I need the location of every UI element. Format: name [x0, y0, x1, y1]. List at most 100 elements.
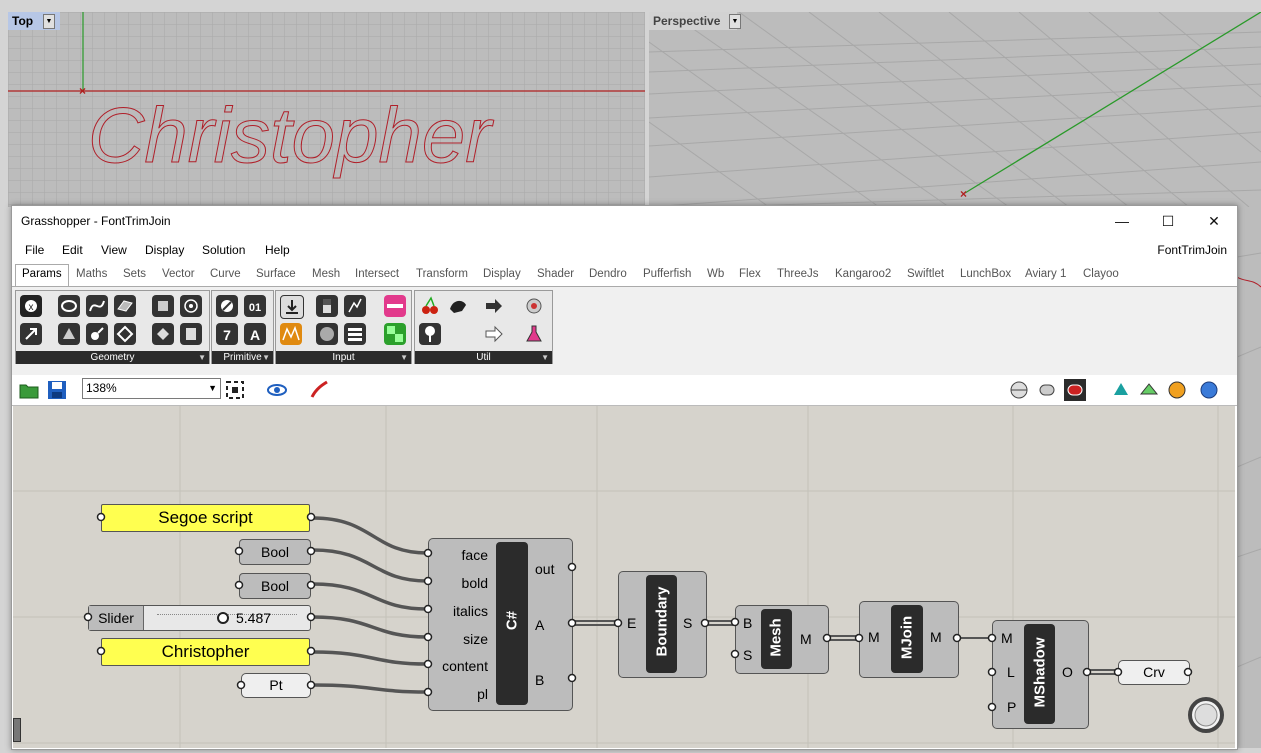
size-slider[interactable]: Slider 5.487 [88, 605, 311, 631]
mshadow-output-o[interactable]: O [1062, 664, 1073, 680]
number-param-icon[interactable]: 7 [216, 323, 238, 345]
colour-swatch-icon[interactable] [384, 295, 406, 317]
value-list-icon[interactable] [344, 323, 366, 345]
grasshopper-canvas[interactable]: Segoe script Bool Bool Slider 5.487 Chri… [13, 406, 1235, 748]
tab-kangaroo2[interactable]: Kangaroo2 [835, 268, 891, 280]
minimize-button[interactable]: — [1099, 210, 1145, 232]
globe-icon[interactable] [1198, 379, 1220, 401]
csharp-component[interactable]: C# face bold italics size content pl out… [428, 538, 573, 711]
import-icon[interactable] [280, 295, 304, 319]
toggle-icon[interactable] [316, 295, 338, 317]
tab-flex[interactable]: Flex [739, 268, 761, 280]
geometry-group-label[interactable]: Geometry ▼ [16, 351, 209, 364]
primitive-group-label[interactable]: Primitive ▼ [212, 351, 273, 364]
input-content[interactable]: content [442, 658, 488, 674]
input-bold[interactable]: bold [462, 575, 488, 591]
navigation-widget-icon[interactable] [1190, 699, 1222, 731]
galapagos-icon[interactable] [447, 295, 469, 317]
line-param-icon[interactable] [58, 323, 80, 345]
slider-knob[interactable] [216, 612, 229, 624]
bake-icon[interactable] [1110, 379, 1132, 401]
tab-wb[interactable]: Wb [707, 268, 724, 280]
graph-mapper-icon[interactable] [344, 295, 366, 317]
perspective-viewport-label[interactable]: Perspective [649, 12, 737, 30]
wireframe-preview-icon[interactable] [1008, 379, 1030, 401]
mesh-settings-icon[interactable] [1138, 379, 1160, 401]
menu-edit[interactable]: Edit [62, 243, 83, 257]
content-panel[interactable]: Christopher [101, 638, 310, 666]
tab-display[interactable]: Display [483, 268, 521, 280]
tab-pufferfish[interactable]: Pufferfish [643, 268, 691, 280]
tree-icon[interactable] [419, 323, 441, 345]
save-icon[interactable] [46, 379, 68, 401]
brep-param-icon[interactable] [180, 295, 202, 317]
flask-icon[interactable] [523, 323, 545, 345]
surface-param-icon[interactable] [114, 295, 136, 317]
input-italics[interactable]: italics [453, 603, 488, 619]
input-group-label[interactable]: Input ▼ [276, 351, 411, 364]
menu-view[interactable]: View [101, 243, 127, 257]
font-name-panel[interactable]: Segoe script [101, 504, 310, 532]
tab-maths[interactable]: Maths [76, 268, 107, 280]
tab-swiftlet[interactable]: Swiftlet [907, 268, 944, 280]
tab-curve[interactable]: Curve [210, 268, 241, 280]
menu-help[interactable]: Help [265, 243, 290, 257]
tab-threejs[interactable]: ThreeJs [777, 268, 819, 280]
input-size[interactable]: size [463, 631, 488, 647]
image-sampler-icon[interactable] [280, 323, 302, 345]
mshadow-input-l[interactable]: L [1007, 664, 1015, 680]
tab-intersect[interactable]: Intersect [355, 268, 399, 280]
tab-transform[interactable]: Transform [416, 268, 468, 280]
menu-file[interactable]: File [25, 243, 44, 257]
output-a[interactable]: A [535, 617, 544, 633]
mshadow-input-p[interactable]: P [1007, 699, 1016, 715]
tab-surface[interactable]: Surface [256, 268, 296, 280]
menu-display[interactable]: Display [145, 243, 184, 257]
button-icon[interactable] [316, 323, 338, 345]
cherry-picker-icon[interactable] [419, 295, 441, 317]
data-output-icon[interactable] [483, 295, 505, 317]
input-face[interactable]: face [462, 547, 488, 563]
sketch-brush-icon[interactable] [308, 379, 330, 401]
tab-lunchbox[interactable]: LunchBox [960, 268, 1011, 280]
data-input-icon[interactable] [483, 323, 505, 345]
output-out[interactable]: out [535, 561, 554, 577]
shaded-preview-icon[interactable] [1036, 379, 1058, 401]
field-param-icon[interactable] [152, 323, 174, 345]
mjoin-input-m[interactable]: M [868, 629, 880, 645]
boolean-param-icon[interactable] [216, 295, 238, 317]
mesh-input-b[interactable]: B [743, 615, 752, 631]
boundary-input-e[interactable]: E [627, 615, 636, 631]
open-folder-icon[interactable] [18, 379, 40, 401]
canvas-scroll-handle[interactable] [13, 718, 21, 742]
selected-preview-icon[interactable] [1064, 379, 1086, 401]
top-viewport[interactable]: × Christopher Top ▼ [8, 12, 645, 207]
vector-param-icon[interactable] [20, 323, 42, 345]
tab-aviary[interactable]: Aviary 1 [1025, 268, 1066, 280]
zoom-extents-icon[interactable] [224, 379, 246, 401]
close-button[interactable]: ✕ [1191, 210, 1237, 232]
curve-param-icon[interactable] [86, 295, 108, 317]
display-settings-icon[interactable] [1166, 379, 1188, 401]
mshadow-input-m[interactable]: M [1001, 630, 1013, 646]
mesh-output-m[interactable]: M [800, 631, 812, 647]
title-bar[interactable]: Grasshopper - FontTrimJoin — ☐ ✕ [12, 206, 1237, 236]
curve-param[interactable]: Crv [1118, 660, 1190, 685]
plane-param-icon[interactable] [86, 323, 108, 345]
boundary-output-s[interactable]: S [683, 615, 692, 631]
integer-param-icon[interactable]: 01 [244, 295, 266, 317]
tab-shader[interactable]: Shader [537, 268, 574, 280]
top-viewport-dropdown[interactable]: ▼ [43, 14, 55, 29]
text-param-icon[interactable]: A [244, 323, 266, 345]
mshadow-component[interactable]: MShadow M L P O [992, 620, 1089, 729]
point-param[interactable]: Pt [241, 673, 311, 698]
maximize-button[interactable]: ☐ [1145, 210, 1191, 232]
point-param-icon[interactable]: x [20, 295, 42, 317]
mesh-param-icon[interactable] [114, 323, 136, 345]
preview-eye-icon[interactable] [266, 379, 288, 401]
mjoin-output-m[interactable]: M [930, 629, 942, 645]
fitness-icon[interactable] [523, 295, 545, 317]
zoom-dropdown[interactable]: 138% ▼ [82, 378, 221, 399]
perspective-viewport-dropdown[interactable]: ▼ [729, 14, 741, 29]
boundary-component[interactable]: Boundary E S [618, 571, 707, 678]
